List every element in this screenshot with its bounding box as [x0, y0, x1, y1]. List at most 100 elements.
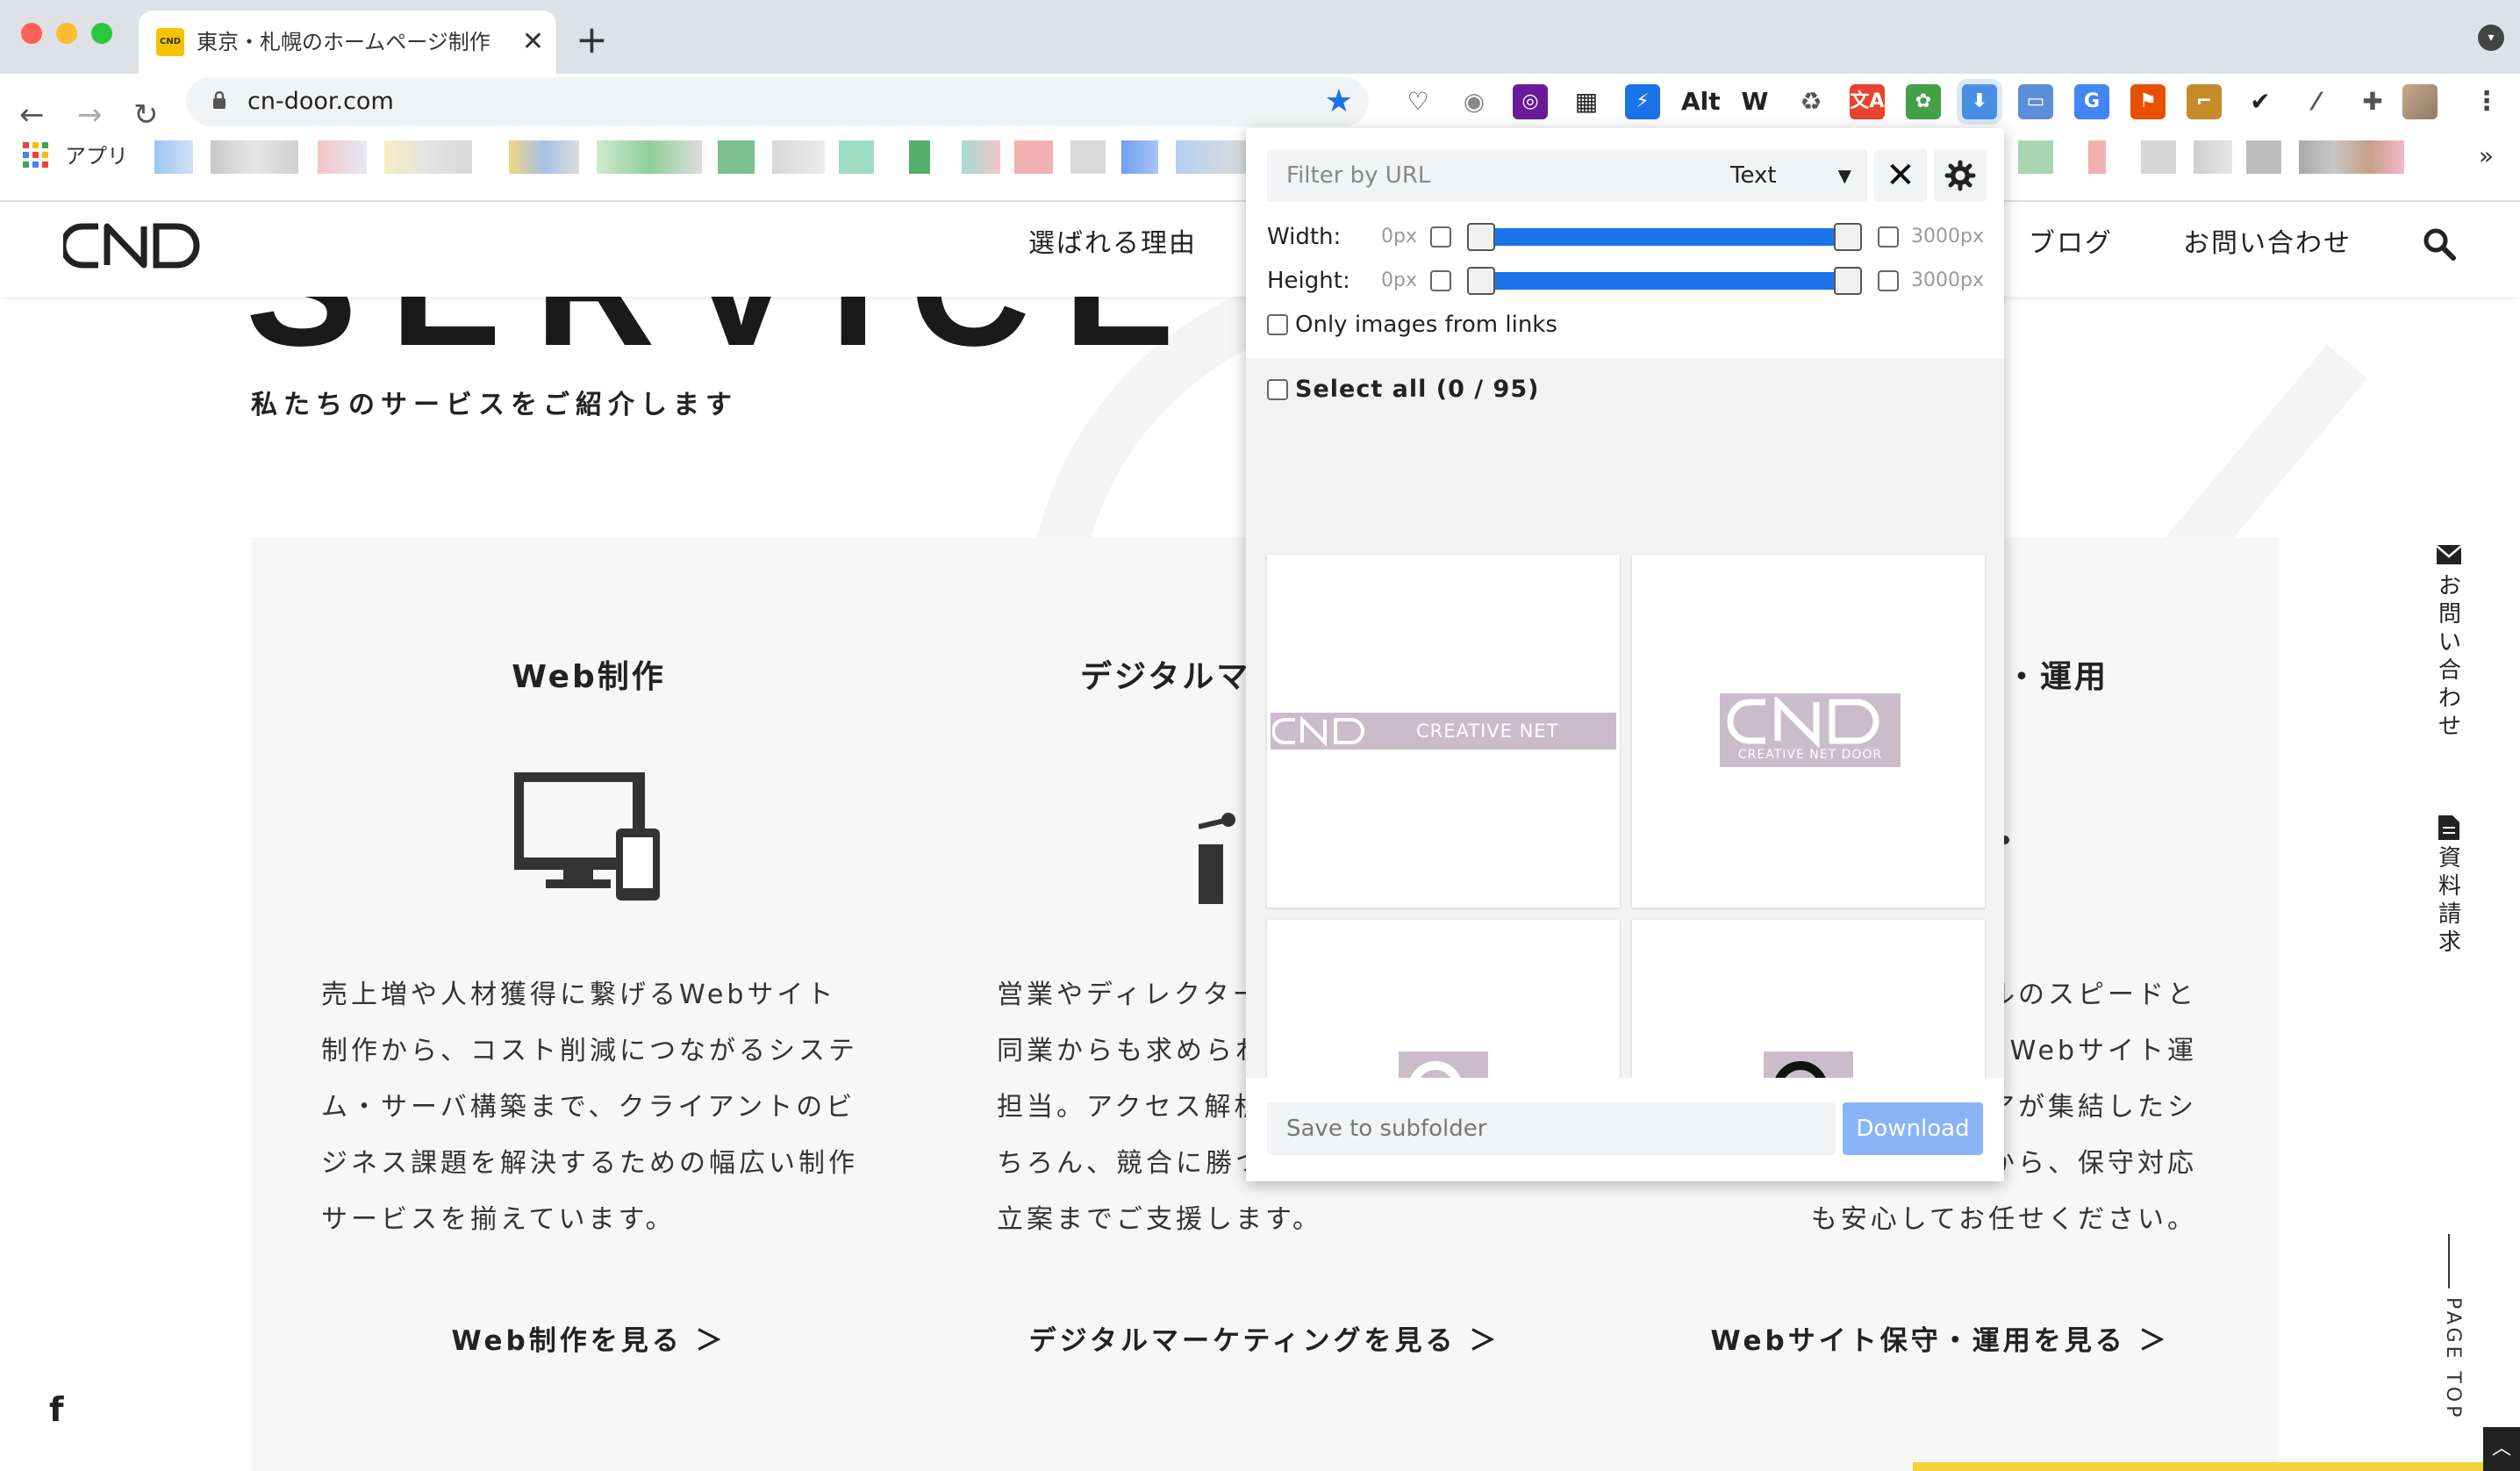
bookmark-item[interactable] [2194, 140, 2232, 174]
browser-menu-icon[interactable]: ⋮ [2469, 84, 2504, 119]
pocket-icon[interactable]: ♡ [1400, 84, 1435, 119]
window-icon[interactable]: ▭ [2018, 84, 2053, 119]
qr-code-icon[interactable]: ▦ [1569, 84, 1604, 119]
new-tab-button[interactable]: + [576, 16, 608, 65]
bookmark-item[interactable] [1176, 140, 1246, 174]
bookmark-item[interactable] [2088, 140, 2106, 174]
filter-url-input[interactable]: Filter by URL [1267, 149, 1716, 202]
bookmark-item[interactable] [211, 140, 298, 174]
profile-avatar[interactable] [2402, 84, 2438, 119]
filter-type-select[interactable]: Text ▼ [1704, 149, 1867, 202]
bookmark-item[interactable] [2299, 140, 2404, 174]
scroll-up-icon[interactable]: ︿ [2483, 1427, 2520, 1471]
width-max-checkbox[interactable] [1878, 226, 1899, 248]
image-downloader-icon[interactable]: ⬇ [1962, 84, 1997, 119]
checkbox-icon[interactable]: ✔ [2243, 84, 2278, 119]
height-min-checkbox[interactable] [1430, 270, 1451, 291]
height-slider[interactable] [1481, 272, 1848, 290]
window-close-button[interactable] [21, 23, 42, 44]
ruler-icon[interactable]: ⌐ [2187, 84, 2222, 119]
nav-reasons[interactable]: 選ばれる理由 [1028, 202, 1197, 286]
reload-icon[interactable]: ↻ [133, 93, 159, 137]
lightning-icon[interactable]: ⚡ [1625, 84, 1660, 119]
tab-title: 東京・札幌のホームページ制作 [197, 30, 490, 54]
forward-icon[interactable]: → [77, 93, 103, 137]
width-max-handle[interactable] [1834, 223, 1862, 251]
eyedropper-icon[interactable]: ⁄ [2299, 84, 2334, 119]
nav-blog[interactable]: ブログ [2029, 202, 2113, 286]
bookmark-item[interactable] [2141, 140, 2176, 174]
side-contact-link[interactable]: お問い合わせ [2432, 572, 2467, 741]
width-min-checkbox[interactable] [1430, 226, 1451, 248]
card-link-web[interactable]: Web制作を見る ＞ [251, 1318, 927, 1358]
bookmark-item[interactable] [154, 140, 193, 174]
w-icon[interactable]: W [1737, 84, 1772, 119]
flag-icon[interactable]: ⚑ [2130, 84, 2166, 119]
camera-icon[interactable]: ◉ [1457, 84, 1492, 119]
image-tile[interactable] [1632, 920, 1985, 1078]
bookmark-item[interactable] [2246, 140, 2281, 174]
bookmark-item[interactable] [318, 140, 367, 174]
mail-icon[interactable] [2436, 544, 2462, 565]
select-all-checkbox[interactable] [1267, 379, 1288, 400]
bookmark-item[interactable] [772, 140, 825, 174]
subfolder-input[interactable]: Save to subfolder [1267, 1102, 1836, 1155]
bookmark-item[interactable] [2018, 140, 2053, 174]
download-button[interactable]: Download [1843, 1102, 1983, 1155]
address-bar[interactable]: cn-door.com ★ [186, 77, 1369, 126]
only-links-label[interactable]: Only images from links [1295, 307, 1557, 342]
bookmark-item[interactable] [509, 140, 579, 174]
window-minimize-button[interactable] [56, 23, 77, 44]
browser-tab[interactable]: CND 東京・札幌のホームページ制作 ✕ [139, 11, 556, 74]
height-max-checkbox[interactable] [1878, 270, 1899, 291]
nav-contact[interactable]: お問い合わせ [2183, 202, 2352, 286]
page-top-link[interactable]: PAGE TOP [2429, 1297, 2464, 1421]
bookmark-star-icon[interactable]: ★ [1325, 83, 1353, 121]
height-label: Height: [1267, 268, 1350, 294]
facebook-icon[interactable]: f [49, 1390, 64, 1429]
settings-button[interactable] [1934, 149, 1987, 202]
bookmark-item[interactable] [962, 140, 1000, 174]
search-icon[interactable] [2422, 226, 2457, 262]
close-icon[interactable]: ✕ [1874, 149, 1927, 202]
bookmark-item[interactable] [1070, 140, 1106, 174]
card-link-maintenance[interactable]: Webサイト保守・運用を見る ＞ [1602, 1318, 2278, 1358]
search-icon [1775, 1061, 1826, 1078]
recycle-icon[interactable]: ♻ [1793, 84, 1829, 119]
color-picker-icon[interactable]: ◎ [1513, 84, 1548, 119]
card-link-marketing[interactable]: デジタルマーケティングを見る ＞ [927, 1318, 1602, 1358]
alt-text-icon[interactable]: Alt [1681, 84, 1721, 119]
bookmark-item[interactable] [384, 140, 472, 174]
bookmark-item[interactable] [1121, 140, 1158, 174]
side-docs-link[interactable]: 資料請求 [2432, 844, 2467, 957]
bookmark-item[interactable] [597, 140, 702, 174]
puzzle-green-icon[interactable]: ✿ [1906, 84, 1941, 119]
extensions-puzzle-icon[interactable]: ✚ [2355, 84, 2390, 119]
select-all-label[interactable]: Select all (0 / 95) [1295, 365, 1539, 414]
bookmark-item[interactable] [909, 140, 930, 174]
apps-grid-icon[interactable] [23, 142, 49, 169]
tab-search-icon[interactable]: ▾ [2478, 25, 2504, 51]
cnd-logo [1272, 716, 1364, 746]
image-tile[interactable] [1267, 920, 1620, 1078]
back-icon[interactable]: ← [19, 93, 45, 137]
only-links-checkbox[interactable] [1267, 314, 1288, 335]
card-description: 売上増や人材獲得に繋げるWebサイト制作から、コスト削減につながるシステム・サー… [321, 979, 858, 1235]
height-min-handle[interactable] [1467, 267, 1495, 295]
width-slider[interactable] [1481, 228, 1848, 246]
bookmark-item[interactable] [839, 140, 874, 174]
height-max-handle[interactable] [1834, 267, 1862, 295]
tab-close-icon[interactable]: ✕ [522, 11, 544, 74]
cnd-logo[interactable] [63, 219, 212, 272]
window-zoom-button[interactable] [91, 23, 112, 44]
google-translate-icon[interactable]: G [2074, 84, 2109, 119]
image-tile[interactable]: CREATIVE NET DOOR [1632, 555, 1985, 908]
translate-red-icon[interactable]: 文A [1850, 84, 1885, 119]
width-min-handle[interactable] [1467, 223, 1495, 251]
bookmark-item[interactable] [718, 140, 755, 174]
bookmark-item[interactable] [1014, 140, 1053, 174]
bookmarks-apps-label[interactable]: アプリ [65, 139, 128, 174]
image-tile[interactable]: CREATIVE NET DOOR [1267, 555, 1620, 908]
bookmarks-overflow-icon[interactable]: » [2479, 139, 2494, 174]
document-icon[interactable] [2438, 814, 2460, 841]
